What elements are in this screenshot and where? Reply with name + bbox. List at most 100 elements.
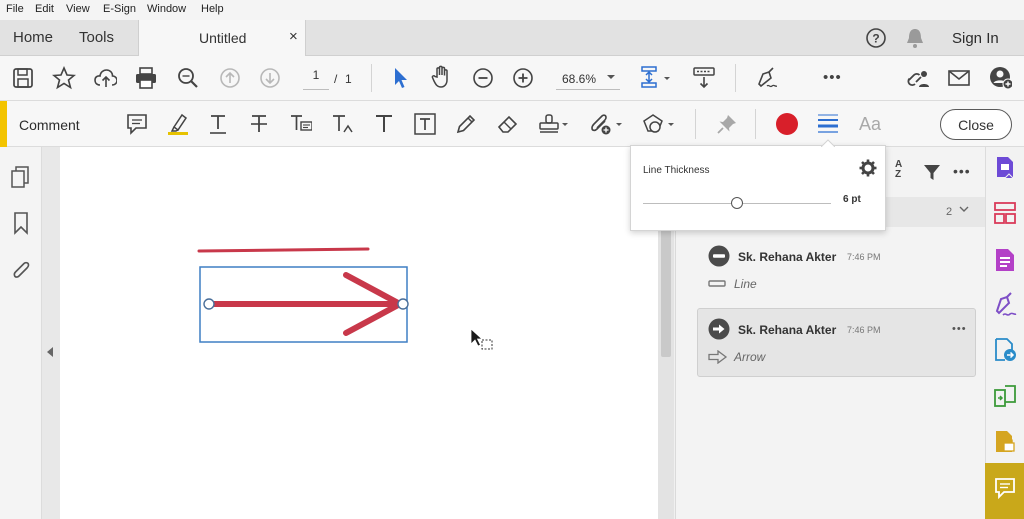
attach-file-icon[interactable] [589, 112, 625, 136]
popup-pointer [821, 139, 835, 147]
print-icon[interactable] [134, 66, 158, 90]
line-annotation[interactable] [197, 247, 370, 253]
arrow-start-handle[interactable] [203, 298, 215, 310]
menu-edit[interactable]: Edit [35, 3, 54, 15]
pane-more-icon[interactable]: ••• [953, 163, 971, 179]
compare-files-icon[interactable] [993, 384, 1017, 408]
chevron-down-icon[interactable] [959, 206, 969, 214]
page-total: 1 [345, 72, 352, 86]
color-picker-swatch[interactable] [776, 113, 798, 135]
upload-cloud-icon[interactable] [93, 66, 117, 90]
page-number-input[interactable]: 1 [303, 68, 329, 90]
tab-bar: Home Tools Untitled × ? Sign In [0, 20, 1024, 56]
comment-tool-label: Comment [19, 117, 80, 133]
arrow-end-handle[interactable] [397, 298, 409, 310]
comment-author: Sk. Rehana Akter [738, 323, 837, 337]
eraser-icon[interactable] [496, 112, 520, 136]
bookmark-icon[interactable] [12, 211, 30, 235]
toolbar-divider [735, 64, 736, 92]
zoom-select[interactable]: 68.6% [556, 68, 620, 90]
shapes-icon[interactable] [641, 112, 677, 136]
line-annotation-icon [708, 245, 730, 267]
text-box-icon[interactable] [413, 112, 437, 136]
next-page-icon[interactable] [258, 66, 282, 90]
toolbar-divider [371, 64, 372, 92]
menu-esign[interactable]: E-Sign [103, 3, 136, 15]
comment-card-arrow[interactable]: Sk. Rehana Akter 7:46 PM ••• Arrow [697, 308, 976, 377]
fit-page-icon[interactable] [640, 65, 674, 91]
gear-icon[interactable] [859, 159, 877, 177]
menu-window[interactable]: Window [147, 3, 186, 15]
organize-pages-icon[interactable] [993, 201, 1017, 225]
pdf-page[interactable] [60, 147, 658, 519]
sort-label: A Z [895, 159, 902, 180]
comment-author: Sk. Rehana Akter [738, 250, 837, 264]
comment-time: 7:46 PM [847, 252, 881, 262]
sign-in-link[interactable]: Sign In [952, 30, 999, 47]
close-comment-button[interactable]: Close [940, 109, 1012, 140]
tab-tools[interactable]: Tools [79, 29, 114, 46]
thickness-slider-thumb[interactable] [731, 197, 743, 209]
send-for-review-icon[interactable] [993, 337, 1017, 363]
select-arrow-icon[interactable] [388, 66, 412, 90]
sort-icon[interactable]: A Z [891, 160, 911, 184]
page-thumbnails-icon[interactable] [10, 165, 32, 189]
sticky-note-icon[interactable] [125, 112, 149, 136]
tab-document[interactable]: Untitled × [138, 20, 306, 56]
tab-home[interactable]: Home [13, 29, 53, 46]
page-canvas[interactable] [60, 147, 658, 519]
add-text-icon[interactable] [372, 112, 396, 136]
comment-tool-active[interactable] [985, 463, 1024, 519]
underline-text-icon[interactable] [206, 112, 230, 136]
zoom-out-icon[interactable] [471, 66, 495, 90]
right-tools-rail [985, 147, 1024, 519]
svg-text:?: ? [872, 32, 879, 46]
highlighter-icon[interactable] [166, 112, 190, 136]
left-navigation-rail [0, 147, 42, 519]
collapse-left-icon[interactable] [46, 346, 54, 358]
pencil-icon[interactable] [454, 112, 478, 136]
filter-icon[interactable] [922, 162, 942, 182]
add-user-icon[interactable] [988, 66, 1012, 90]
close-button-label: Close [958, 117, 994, 133]
previous-page-icon[interactable] [218, 66, 242, 90]
zoom-in-icon[interactable] [511, 66, 535, 90]
menu-help[interactable]: Help [201, 3, 224, 15]
tab-close-icon[interactable]: × [289, 28, 298, 45]
comment-time: 7:46 PM [847, 325, 881, 335]
stamp-icon[interactable] [537, 112, 571, 136]
bell-icon[interactable] [905, 27, 925, 49]
strikethrough-icon[interactable] [247, 112, 271, 136]
star-icon[interactable] [52, 66, 76, 90]
scroll-mode-icon[interactable] [692, 66, 716, 90]
fill-sign-icon[interactable] [753, 66, 777, 90]
more-tools-icon[interactable]: ••• [823, 69, 842, 86]
line-thickness-icon[interactable] [815, 111, 841, 139]
main-toolbar: 1 / 1 68.6% ••• [0, 56, 1024, 101]
replace-text-icon[interactable] [288, 112, 312, 136]
comment-type: Arrow [734, 350, 766, 364]
comment-more-icon[interactable]: ••• [952, 323, 967, 335]
help-icon[interactable]: ? [865, 27, 887, 49]
search-icon[interactable] [176, 66, 200, 90]
menu-view[interactable]: View [66, 3, 90, 15]
create-pdf-icon[interactable] [994, 247, 1016, 273]
toolbar-divider [695, 109, 696, 139]
protect-pdf-icon[interactable] [993, 429, 1017, 455]
insert-text-icon[interactable] [330, 112, 354, 136]
comment-card-line[interactable]: Sk. Rehana Akter 7:46 PM Line [697, 235, 975, 301]
share-link-icon[interactable] [905, 66, 929, 90]
font-properties-icon[interactable]: Aa [859, 114, 881, 135]
menu-file[interactable]: File [6, 3, 24, 15]
pin-icon[interactable] [715, 112, 739, 136]
comment-bubble-icon [994, 477, 1016, 499]
export-pdf-icon[interactable] [993, 155, 1017, 181]
email-icon[interactable] [947, 66, 971, 90]
attachments-icon[interactable] [10, 257, 32, 281]
comment-toolbar: Comment Aa Close [0, 101, 1024, 147]
line-type-icon [708, 279, 726, 289]
save-icon[interactable] [11, 66, 35, 90]
hand-icon[interactable] [430, 65, 454, 89]
fill-and-sign-icon[interactable] [992, 292, 1018, 318]
menu-bar: File Edit View E-Sign Window Help [0, 0, 1024, 20]
